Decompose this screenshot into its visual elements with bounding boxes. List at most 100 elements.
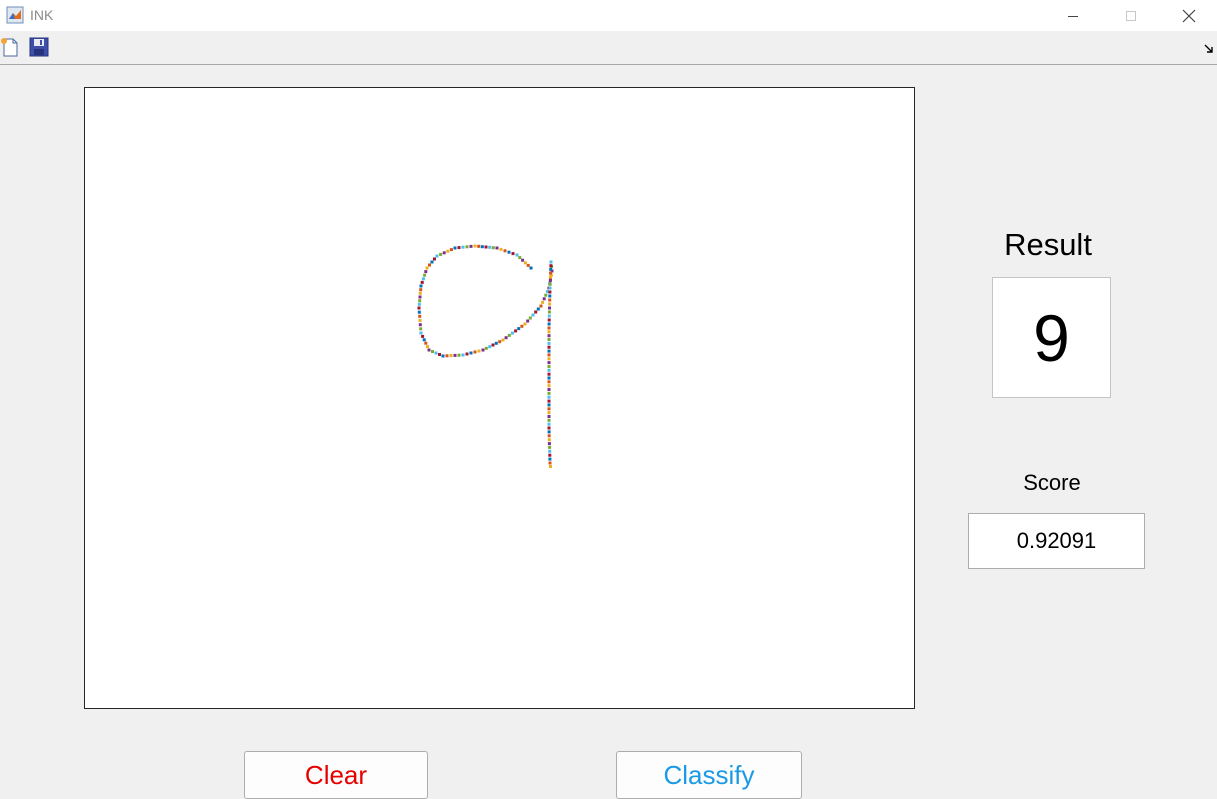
ink-marker bbox=[511, 252, 515, 256]
ink-marker bbox=[418, 319, 422, 322]
maximize-icon bbox=[1126, 10, 1136, 21]
clear-button[interactable]: Clear bbox=[244, 751, 428, 799]
ink-marker bbox=[517, 327, 521, 331]
ink-marker bbox=[547, 314, 551, 318]
new-figure-icon[interactable] bbox=[0, 37, 20, 57]
ink-marker bbox=[547, 365, 551, 368]
maximize-button[interactable] bbox=[1102, 0, 1160, 31]
ink-marker bbox=[417, 306, 421, 310]
ink-marker bbox=[526, 319, 530, 323]
ink-marker bbox=[418, 291, 422, 295]
ink-marker bbox=[439, 252, 443, 256]
ink-marker bbox=[417, 302, 421, 306]
ink-marker bbox=[424, 270, 428, 274]
ink-marker bbox=[548, 306, 551, 310]
minimize-button[interactable] bbox=[1044, 0, 1102, 31]
ink-marker bbox=[547, 326, 551, 330]
ink-marker bbox=[481, 348, 485, 352]
ink-marker bbox=[547, 426, 551, 430]
ink-marker bbox=[534, 310, 538, 314]
ink-marker bbox=[477, 244, 481, 248]
ink-marker bbox=[547, 349, 551, 353]
ink-marker bbox=[547, 334, 551, 338]
ink-marker bbox=[477, 349, 481, 353]
ink-marker bbox=[417, 310, 421, 314]
ink-marker bbox=[427, 348, 431, 352]
ink-marker bbox=[419, 331, 423, 335]
ink-marker bbox=[547, 330, 551, 334]
ink-marker bbox=[419, 288, 423, 292]
ink-marker bbox=[548, 461, 552, 465]
ink-marker bbox=[434, 351, 438, 355]
ink-marker bbox=[419, 327, 423, 331]
ink-marker bbox=[491, 246, 495, 250]
ink-marker bbox=[548, 445, 552, 449]
ink-marker bbox=[541, 300, 545, 304]
ink-marker bbox=[430, 260, 434, 264]
ink-marker bbox=[548, 453, 552, 457]
ink-marker bbox=[549, 264, 553, 268]
ink-marker bbox=[442, 251, 446, 255]
ink-marker bbox=[547, 403, 551, 407]
ink-marker bbox=[449, 248, 453, 252]
ink-marker bbox=[425, 266, 429, 270]
ink-marker bbox=[418, 299, 422, 303]
ink-marker bbox=[547, 368, 551, 372]
ink-marker bbox=[507, 333, 511, 337]
ink-marker bbox=[510, 331, 514, 335]
ink-marker bbox=[549, 260, 553, 264]
dock-arrow-icon[interactable] bbox=[1204, 44, 1213, 53]
ink-marker bbox=[503, 249, 507, 253]
ink-marker bbox=[547, 434, 551, 438]
classify-button[interactable]: Classify bbox=[616, 751, 802, 799]
score-value: 0.92091 bbox=[968, 513, 1145, 569]
ink-marker bbox=[548, 275, 552, 279]
ink-marker bbox=[547, 341, 551, 345]
ink-marker bbox=[457, 353, 461, 357]
ink-marker bbox=[548, 282, 552, 286]
ink-marker bbox=[521, 258, 525, 262]
ink-marker bbox=[480, 245, 484, 249]
ink-marker bbox=[438, 353, 441, 356]
ink-marker bbox=[548, 449, 552, 453]
ink-marker bbox=[421, 334, 425, 338]
figure-toolbar bbox=[0, 31, 1217, 65]
ink-stroke bbox=[417, 244, 554, 468]
ink-marker bbox=[435, 254, 439, 258]
ink-marker bbox=[520, 324, 524, 328]
close-button[interactable] bbox=[1160, 0, 1217, 31]
ink-marker bbox=[498, 340, 502, 344]
ink-marker bbox=[453, 353, 457, 357]
ink-marker bbox=[526, 263, 530, 267]
ink-marker bbox=[488, 345, 492, 349]
ink-marker bbox=[547, 442, 551, 446]
ink-marker bbox=[547, 357, 551, 361]
ink-marker bbox=[536, 307, 540, 311]
ink-marker bbox=[504, 336, 508, 340]
ink-marker bbox=[424, 341, 428, 345]
drawing-canvas[interactable] bbox=[84, 87, 915, 709]
ink-marker bbox=[544, 293, 548, 297]
ink-marker bbox=[529, 266, 533, 270]
ink-marker bbox=[548, 286, 552, 290]
ink-marker bbox=[461, 353, 465, 357]
ink-marker bbox=[547, 380, 551, 384]
ink-marker bbox=[461, 245, 465, 249]
ink-marker bbox=[453, 246, 457, 250]
ink-marker bbox=[547, 322, 551, 326]
ink-marker bbox=[473, 244, 477, 248]
ink-marker bbox=[518, 256, 522, 260]
ink-marker bbox=[547, 345, 551, 349]
ink-marker bbox=[548, 294, 552, 298]
ink-marker bbox=[539, 304, 543, 308]
ink-marker bbox=[547, 338, 551, 341]
ink-marker bbox=[523, 261, 527, 265]
ink-marker bbox=[446, 249, 450, 253]
ink-marker bbox=[547, 372, 551, 376]
ink-marker bbox=[548, 302, 552, 306]
ink-marker bbox=[465, 352, 469, 356]
save-icon[interactable] bbox=[29, 37, 49, 57]
ink-marker bbox=[549, 465, 552, 468]
matlab-icon bbox=[6, 6, 24, 24]
window-title: INK bbox=[30, 7, 54, 23]
